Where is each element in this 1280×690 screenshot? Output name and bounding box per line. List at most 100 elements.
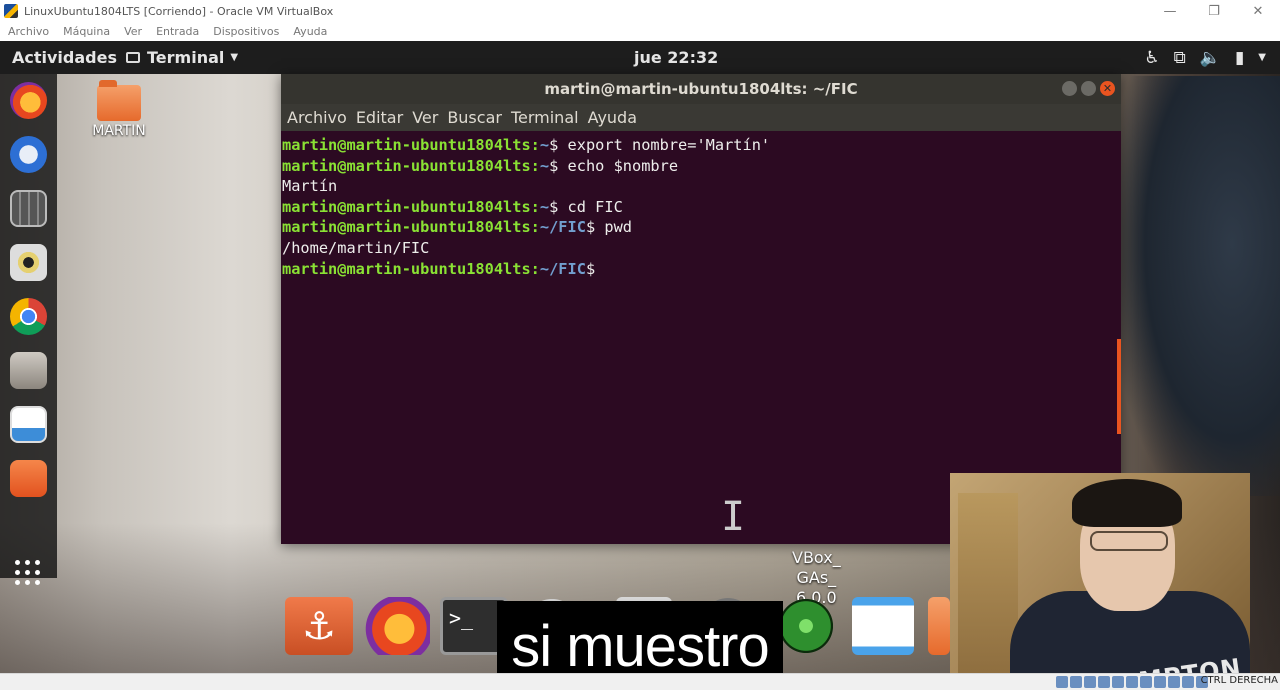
prompt-path: ~/FIC bbox=[539, 218, 586, 237]
terminal-line: martin@martin-ubuntu1804lts:~/FIC$ pwd bbox=[282, 217, 1121, 238]
terminal-menu-ver[interactable]: Ver bbox=[412, 108, 438, 127]
terminal-scrollbar[interactable] bbox=[1117, 339, 1121, 434]
audio-status-icon[interactable] bbox=[1084, 676, 1096, 688]
terminal-line: Martín bbox=[282, 176, 1121, 197]
files-icon[interactable] bbox=[10, 352, 47, 389]
menu-entrada[interactable]: Entrada bbox=[156, 25, 199, 38]
prompt-symbol: $ bbox=[549, 156, 559, 175]
vbox-label-line1: VBox_ bbox=[792, 548, 841, 567]
terminal-line: martin@martin-ubuntu1804lts:~$ echo $nom… bbox=[282, 156, 1121, 177]
guest-desktop: Actividades Terminal ▼ jue 22:32 ♿ ⧉ 🔈 ▮… bbox=[0, 41, 1280, 673]
terminal-menu-bar: Archivo Editar Ver Buscar Terminal Ayuda bbox=[281, 104, 1121, 131]
webcam-overlay: HAMPTON bbox=[950, 473, 1250, 673]
command-output: /home/martin/FIC bbox=[282, 238, 430, 257]
menu-ayuda[interactable]: Ayuda bbox=[293, 25, 327, 38]
terminal-menu-ayuda[interactable]: Ayuda bbox=[588, 108, 637, 127]
virtualbox-title-bar: LinuxUbuntu1804LTS [Corriendo] - Oracle … bbox=[0, 0, 1280, 22]
document-viewer-icon[interactable] bbox=[10, 406, 47, 443]
window-launcher-icon[interactable] bbox=[852, 597, 914, 655]
virtualbox-menu-bar: Archivo Máquina Ver Entrada Dispositivos… bbox=[0, 22, 1280, 41]
firefox-icon[interactable] bbox=[10, 82, 47, 119]
menu-ver[interactable]: Ver bbox=[124, 25, 142, 38]
prompt-user: martin@martin-ubuntu1804lts: bbox=[282, 259, 540, 278]
firefox-launcher-icon[interactable] bbox=[362, 597, 430, 655]
host-key-label: CTRL DERECHA bbox=[1200, 675, 1278, 686]
terminal-small-icon bbox=[126, 52, 140, 63]
chrome-icon[interactable] bbox=[10, 298, 47, 335]
tray-chevron-icon: ▼ bbox=[1258, 52, 1266, 63]
maximize-button[interactable]: ❐ bbox=[1192, 0, 1236, 22]
display-status-icon[interactable] bbox=[1140, 676, 1152, 688]
terminal-line: martin@martin-ubuntu1804lts:~$ export no… bbox=[282, 135, 1121, 156]
optical-status-icon[interactable] bbox=[1070, 676, 1082, 688]
wallpaper-shadow bbox=[1120, 76, 1280, 496]
virtualbox-status-bar: CTRL DERECHA bbox=[0, 673, 1280, 690]
prompt-symbol: $ bbox=[549, 197, 559, 216]
screen: LinuxUbuntu1804LTS [Corriendo] - Oracle … bbox=[0, 0, 1280, 690]
calculator-icon[interactable] bbox=[10, 190, 47, 227]
text-cursor-icon: I bbox=[721, 494, 746, 540]
system-tray[interactable]: ♿ ⧉ 🔈 ▮ ▼ bbox=[1144, 48, 1266, 68]
chevron-down-icon: ▼ bbox=[230, 52, 239, 63]
command-text: pwd bbox=[595, 218, 632, 237]
files-launcher-icon[interactable] bbox=[928, 597, 950, 655]
menu-dispositivos[interactable]: Dispositivos bbox=[213, 25, 279, 38]
prompt-symbol: $ bbox=[585, 218, 596, 237]
clock[interactable]: jue 22:32 bbox=[634, 48, 718, 67]
window-title: LinuxUbuntu1804LTS [Corriendo] - Oracle … bbox=[24, 4, 334, 18]
prompt-user: martin@martin-ubuntu1804lts: bbox=[282, 218, 540, 237]
terminal-close-button[interactable]: ✕ bbox=[1100, 81, 1115, 96]
software-center-icon[interactable] bbox=[10, 460, 47, 497]
app-menu[interactable]: Terminal ▼ bbox=[126, 48, 238, 67]
show-applications-icon[interactable] bbox=[15, 560, 41, 586]
prompt-path: ~ bbox=[539, 156, 550, 175]
mouse-status-icon[interactable] bbox=[1182, 676, 1194, 688]
menu-archivo[interactable]: Archivo bbox=[8, 25, 49, 38]
menu-maquina[interactable]: Máquina bbox=[63, 25, 110, 38]
prompt-symbol: $ bbox=[549, 136, 559, 154]
accessibility-icon[interactable]: ♿ bbox=[1144, 48, 1159, 68]
network-icon: ⧉ bbox=[1173, 47, 1186, 68]
virtualbox-icon bbox=[4, 4, 18, 18]
desktop-folder-martin[interactable]: MARTIN bbox=[88, 80, 150, 139]
battery-icon: ▮ bbox=[1234, 47, 1245, 68]
prompt-path: ~/FIC bbox=[539, 259, 586, 278]
command-text: echo $nombre bbox=[558, 156, 679, 175]
gnome-top-bar: Actividades Terminal ▼ jue 22:32 ♿ ⧉ 🔈 ▮… bbox=[0, 41, 1280, 74]
folder-label: MARTIN bbox=[92, 123, 146, 139]
terminal-minimize-button[interactable] bbox=[1062, 81, 1077, 96]
cpu-status-icon[interactable] bbox=[1168, 676, 1180, 688]
command-text: export nombre='Martín' bbox=[558, 136, 771, 154]
terminal-title-bar[interactable]: martin@martin-ubuntu1804lts: ~/FIC ✕ bbox=[281, 74, 1121, 104]
terminal-menu-editar[interactable]: Editar bbox=[356, 108, 403, 127]
command-text: cd FIC bbox=[558, 197, 623, 216]
prompt-symbol: $ bbox=[585, 259, 596, 278]
webcam-person-hair bbox=[1072, 479, 1182, 527]
volume-icon: 🔈 bbox=[1199, 47, 1221, 68]
recording-status-icon[interactable] bbox=[1154, 676, 1166, 688]
folder-icon bbox=[97, 80, 141, 121]
thunderbird-icon[interactable] bbox=[10, 136, 47, 173]
hdd-status-icon[interactable] bbox=[1056, 676, 1068, 688]
terminal-title: martin@martin-ubuntu1804lts: ~/FIC bbox=[544, 80, 858, 98]
terminal-maximize-button[interactable] bbox=[1081, 81, 1096, 96]
prompt-path: ~ bbox=[539, 136, 550, 154]
prompt-user: martin@martin-ubuntu1804lts: bbox=[282, 136, 540, 154]
terminal-menu-buscar[interactable]: Buscar bbox=[447, 108, 502, 127]
status-icons bbox=[1056, 676, 1208, 688]
prompt-path: ~ bbox=[539, 197, 550, 216]
vbox-label-line2: GAs_ bbox=[796, 568, 837, 587]
close-button[interactable]: ✕ bbox=[1236, 0, 1280, 22]
activities-button[interactable]: Actividades bbox=[12, 48, 117, 67]
network-status-icon[interactable] bbox=[1098, 676, 1110, 688]
terminal-menu-terminal[interactable]: Terminal bbox=[511, 108, 579, 127]
webcam-person-glasses bbox=[1090, 531, 1168, 551]
terminal-output[interactable]: martin@martin-ubuntu1804lts:~$ export no… bbox=[281, 131, 1121, 279]
shared-folders-status-icon[interactable] bbox=[1126, 676, 1138, 688]
rhythmbox-icon[interactable] bbox=[10, 244, 47, 281]
terminal-line: /home/martin/FIC bbox=[282, 238, 1121, 259]
anchor-app-icon[interactable]: ⚓ bbox=[285, 597, 353, 655]
minimize-button[interactable]: — bbox=[1148, 0, 1192, 22]
terminal-menu-archivo[interactable]: Archivo bbox=[287, 108, 347, 127]
usb-status-icon[interactable] bbox=[1112, 676, 1124, 688]
